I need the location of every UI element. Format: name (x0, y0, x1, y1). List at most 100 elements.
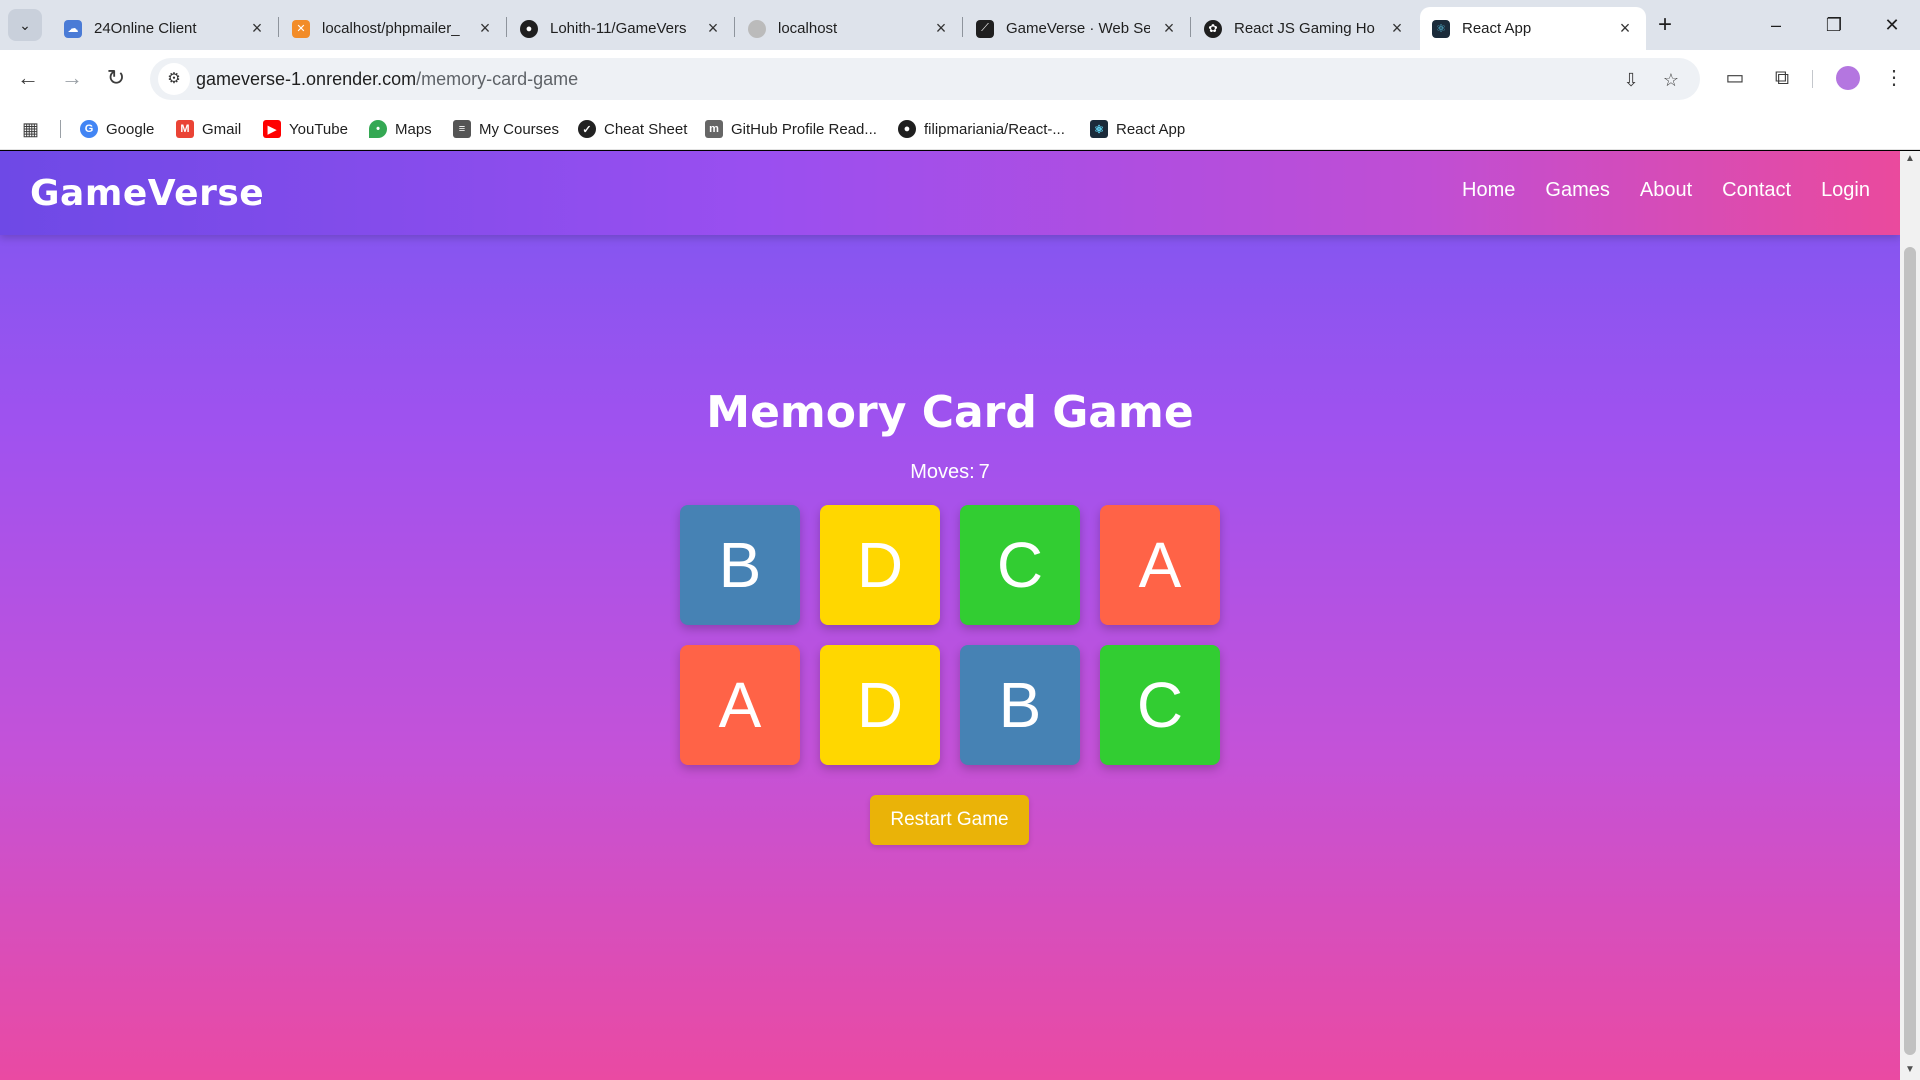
bookmark-github-readme[interactable]: m GitHub Profile Read... (705, 116, 877, 142)
memory-card[interactable]: A (1100, 505, 1220, 625)
bookmark-label: Maps (395, 120, 432, 138)
page-scrollbar[interactable]: ▲ ▼ (1900, 151, 1920, 1080)
moves-label: Moves: (910, 461, 975, 483)
scroll-thumb[interactable] (1904, 247, 1916, 1055)
tab-chatgpt[interactable]: ✿ React JS Gaming Ho × (1192, 7, 1418, 50)
bookmark-label: YouTube (289, 120, 348, 138)
github-icon: ● (898, 120, 916, 138)
page-viewport: GameVerse Home Games About Contact Login… (0, 151, 1900, 1080)
google-icon: G (80, 120, 98, 138)
brand-logo[interactable]: GameVerse (30, 173, 264, 214)
maps-icon: • (369, 120, 387, 138)
new-tab-button[interactable]: + (1650, 10, 1680, 40)
bookmark-label: My Courses (479, 120, 560, 138)
bookmark-react-app[interactable]: ⚛ React App (1090, 116, 1185, 142)
react-icon: ⚛ (1090, 120, 1108, 138)
youtube-icon: ▶ (263, 120, 281, 138)
tab-title: 24Online Client (94, 20, 197, 37)
bookmark-label: filipmariania/React-... (924, 120, 1065, 138)
apps-grid-icon[interactable]: ▦ (22, 118, 44, 140)
menu-kebab-icon[interactable]: ⋮ (1878, 62, 1910, 94)
moves-counter: Moves: 7 (0, 461, 1900, 484)
bookmark-google[interactable]: G Google (80, 116, 154, 142)
close-icon[interactable]: × (1616, 18, 1634, 39)
close-window-button[interactable]: ✕ (1872, 8, 1912, 42)
memory-card[interactable]: C (960, 505, 1080, 625)
tab-title: GameVerse · Web Se (1006, 20, 1150, 37)
back-button[interactable]: ← (12, 62, 44, 94)
bookmark-label: GitHub Profile Read... (731, 120, 877, 138)
bookmark-youtube[interactable]: ▶ YouTube (263, 116, 348, 142)
memory-card[interactable]: B (680, 505, 800, 625)
tab-24online[interactable]: ☁ 24Online Client × (52, 7, 278, 50)
tab-react-app[interactable]: ⚛ React App × (1420, 7, 1646, 50)
close-icon[interactable]: × (248, 18, 266, 39)
nav-login[interactable]: Login (1821, 179, 1870, 202)
close-icon[interactable]: × (932, 18, 950, 39)
memory-card[interactable]: D (820, 505, 940, 625)
app-navbar: GameVerse Home Games About Contact Login (0, 151, 1900, 235)
scroll-up-arrow-icon[interactable]: ▲ (1900, 153, 1920, 167)
forward-button[interactable]: → (56, 62, 88, 94)
close-icon[interactable]: × (476, 18, 494, 39)
openai-icon: ✿ (1204, 19, 1222, 38)
chevron-down-icon: ⌄ (19, 16, 31, 33)
bookmark-cheat-sheet[interactable]: ✓ Cheat Sheet (578, 116, 687, 142)
render-icon: ⟋ (976, 19, 994, 38)
scroll-down-arrow-icon[interactable]: ▼ (1900, 1064, 1920, 1078)
tab-search-button[interactable]: ⌄ (8, 9, 42, 41)
url-host: gameverse-1.onrender.com (196, 69, 417, 89)
nav-contact[interactable]: Contact (1722, 179, 1791, 202)
bookmark-filipmariania[interactable]: ● filipmariania/React-... (898, 116, 1065, 142)
bookmark-maps[interactable]: • Maps (369, 116, 432, 142)
courses-icon: ≡ (453, 120, 471, 138)
address-bar[interactable]: ⚙ gameverse-1.onrender.com/memory-card-g… (150, 58, 1700, 100)
memory-card[interactable]: A (680, 645, 800, 765)
gmail-icon: M (176, 120, 194, 138)
nav-games[interactable]: Games (1545, 179, 1609, 202)
moves-value: 7 (978, 461, 990, 483)
tab-separator (278, 17, 279, 37)
site-info-icon[interactable]: ⚙ (158, 63, 190, 95)
bookmark-my-courses[interactable]: ≡ My Courses (453, 116, 559, 142)
close-icon[interactable]: × (1160, 18, 1178, 39)
tab-github-gameverse[interactable]: ● Lohith-11/GameVers × (508, 7, 734, 50)
memory-card[interactable]: D (820, 645, 940, 765)
minimize-button[interactable]: – (1756, 8, 1796, 42)
react-icon: ⚛ (1432, 19, 1450, 38)
bookmark-star-icon[interactable]: ☆ (1658, 67, 1684, 93)
card-grid: BDCAADBC (680, 505, 1220, 765)
tab-phpmailer[interactable]: ✕ localhost/phpmailer_ × (280, 7, 506, 50)
cheatsheet-icon: ✓ (578, 120, 596, 138)
tab-separator (506, 17, 507, 37)
tab-separator (962, 17, 963, 37)
nav-home[interactable]: Home (1462, 179, 1515, 202)
bookmarks-separator (60, 120, 61, 138)
tab-title: React App (1462, 20, 1532, 37)
bookmark-label: Gmail (202, 120, 242, 138)
tab-title: localhost/phpmailer_ (322, 20, 460, 37)
close-icon[interactable]: × (1388, 18, 1406, 39)
bookmark-label: Cheat Sheet (604, 120, 688, 138)
tab-separator (734, 17, 735, 37)
url-path: /memory-card-game (416, 69, 579, 89)
profile-avatar[interactable] (1836, 66, 1860, 90)
reload-button[interactable]: ↻ (100, 62, 132, 94)
page-title: Memory Card Game (706, 387, 1194, 438)
tab-render[interactable]: ⟋ GameVerse · Web Se × (964, 7, 1190, 50)
close-icon[interactable]: × (704, 18, 722, 39)
restore-button[interactable]: ❐ (1814, 8, 1854, 42)
memory-card[interactable]: B (960, 645, 1080, 765)
bookmark-gmail[interactable]: M Gmail (176, 116, 241, 142)
install-app-icon[interactable]: ⇩ (1618, 67, 1644, 93)
url-text[interactable]: gameverse-1.onrender.com/memory-card-gam… (196, 69, 578, 90)
extensions-icon[interactable]: ⧉ (1766, 62, 1798, 94)
memory-card[interactable]: C (1100, 645, 1220, 765)
tab-localhost[interactable]: localhost × (736, 7, 962, 50)
restart-game-button[interactable]: Restart Game (870, 795, 1029, 845)
nav-about[interactable]: About (1640, 179, 1692, 202)
game-container: Memory Card Game Moves: 7 BDCAADBC Restar… (0, 235, 1900, 1080)
tab-groups-icon[interactable]: ▭ (1719, 62, 1751, 94)
tab-strip: ⌄ ☁ 24Online Client × ✕ localhost/phpmai… (0, 0, 1920, 50)
bookmark-label: Google (106, 120, 155, 138)
